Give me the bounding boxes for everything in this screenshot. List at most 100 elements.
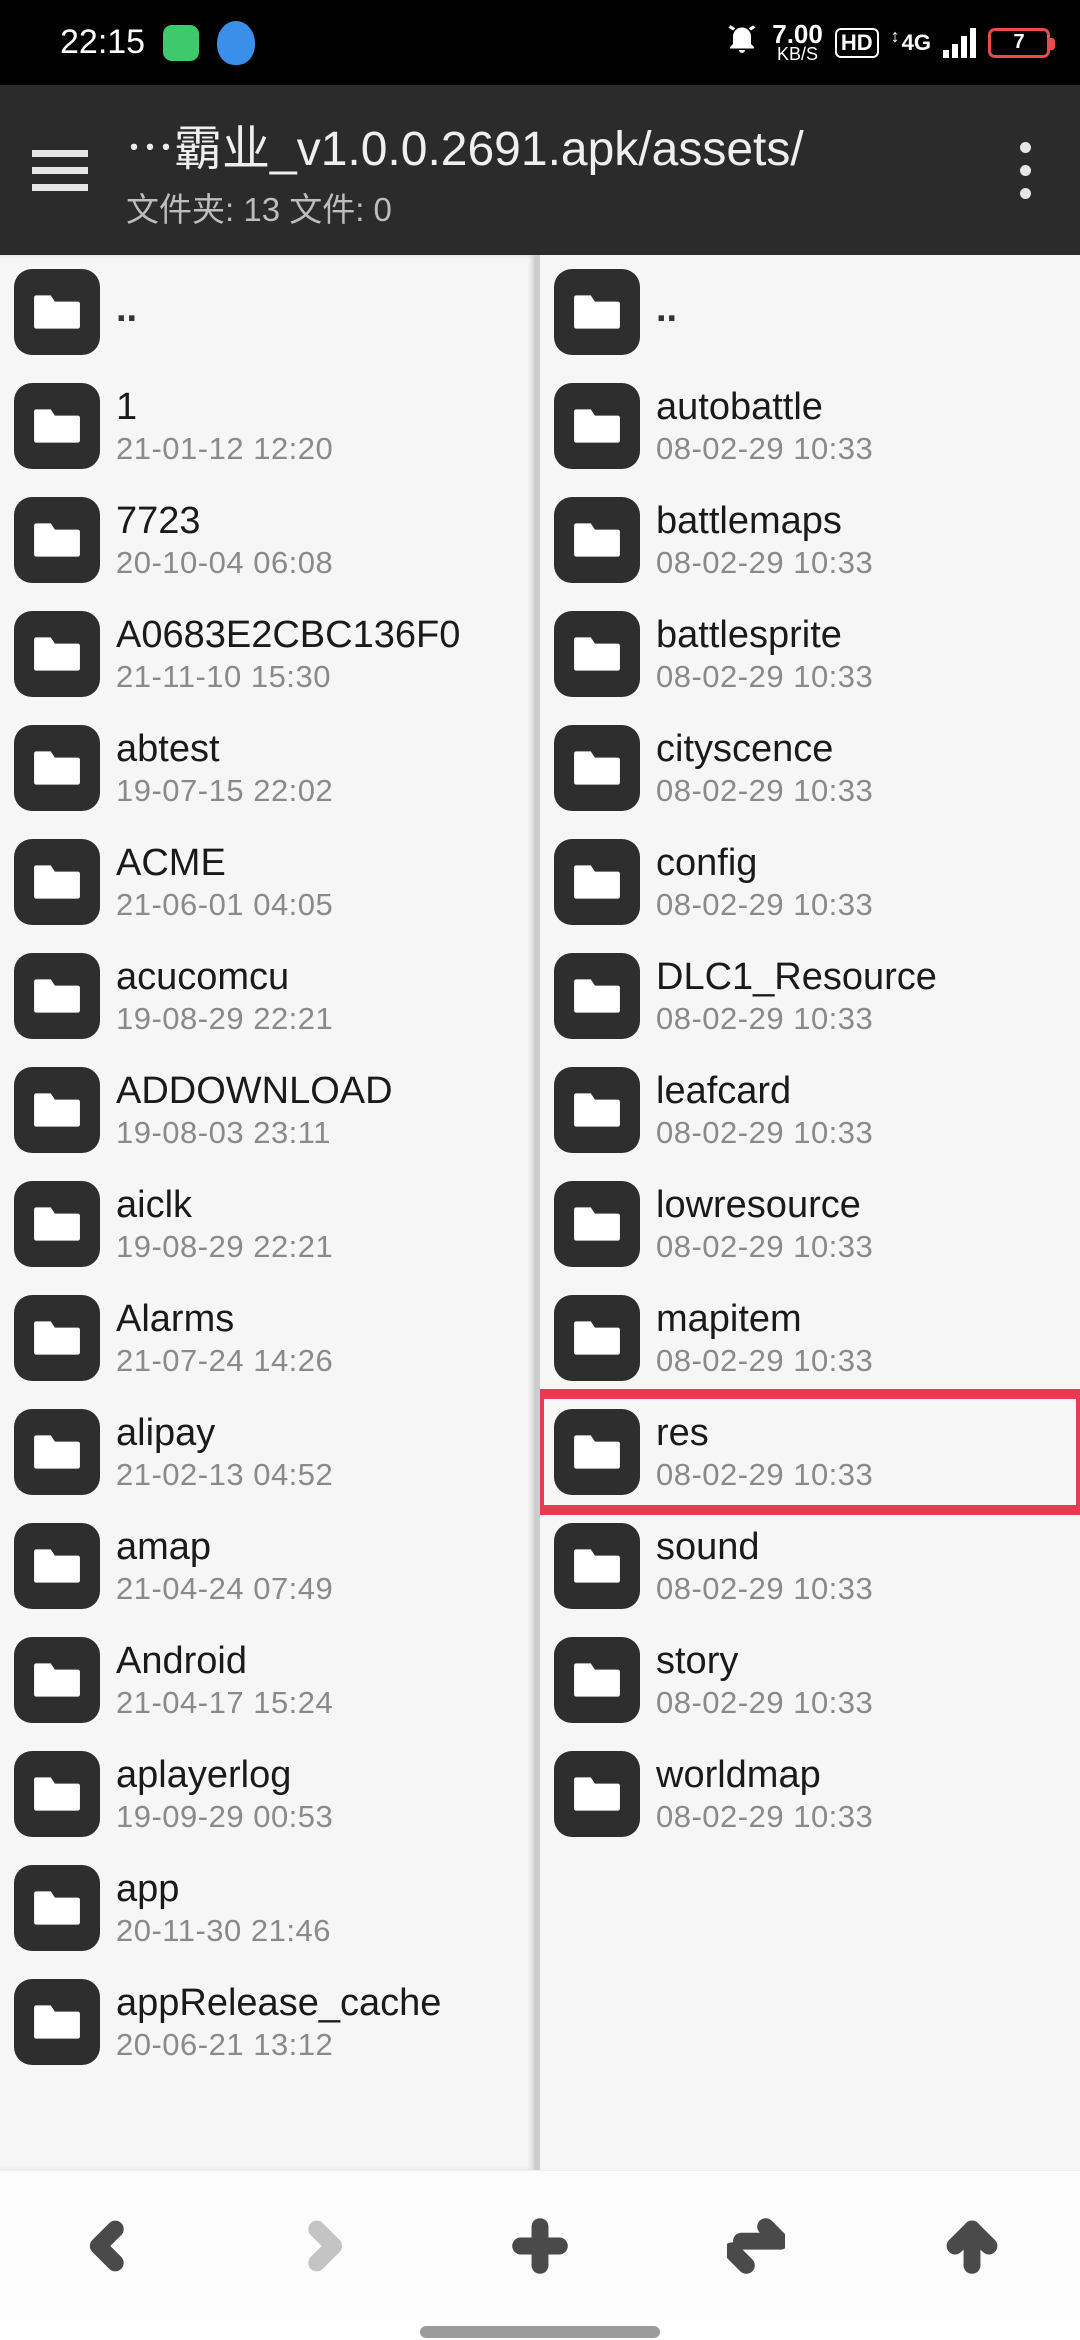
app-icon-1 xyxy=(163,25,199,61)
list-item[interactable]: autobattle 08-02-29 10:33 xyxy=(540,369,1080,483)
item-name: Android xyxy=(116,1640,333,1683)
list-item[interactable]: .. xyxy=(540,255,1080,369)
list-item-texts: app 20-11-30 21:46 xyxy=(116,1868,331,1949)
dual-pane: .. 1 21-01-12 12:20 7723 20-10-04 06:08 … xyxy=(0,255,1080,2170)
left-pane[interactable]: .. 1 21-01-12 12:20 7723 20-10-04 06:08 … xyxy=(0,255,540,2170)
item-name: battlemaps xyxy=(656,500,873,543)
menu-button[interactable] xyxy=(20,130,100,210)
more-button[interactable] xyxy=(990,120,1060,220)
list-item[interactable]: ACME 21-06-01 04:05 xyxy=(0,825,534,939)
nav-handle[interactable] xyxy=(420,2326,660,2338)
folder-icon xyxy=(14,1751,100,1837)
list-item-texts: battlesprite 08-02-29 10:33 xyxy=(656,614,873,695)
list-item[interactable]: appRelease_cache 20-06-21 13:12 xyxy=(0,1965,534,2079)
item-date: 08-02-29 10:33 xyxy=(656,431,873,467)
list-item[interactable]: .. xyxy=(0,255,534,369)
status-left: 22:15 xyxy=(60,21,255,65)
list-item[interactable]: worldmap 08-02-29 10:33 xyxy=(540,1737,1080,1851)
item-name: lowresource xyxy=(656,1184,873,1227)
folder-icon xyxy=(14,1865,100,1951)
list-item-texts: ACME 21-06-01 04:05 xyxy=(116,842,333,923)
list-item[interactable]: DLC1_Resource 08-02-29 10:33 xyxy=(540,939,1080,1053)
list-item-texts: autobattle 08-02-29 10:33 xyxy=(656,386,873,467)
battery-icon: 7 xyxy=(988,28,1050,58)
list-item[interactable]: lowresource 08-02-29 10:33 xyxy=(540,1167,1080,1281)
item-date: 08-02-29 10:33 xyxy=(656,1229,873,1265)
folder-icon xyxy=(554,725,640,811)
list-item[interactable]: sound 08-02-29 10:33 xyxy=(540,1509,1080,1623)
folder-icon xyxy=(14,1067,100,1153)
list-item-texts: lowresource 08-02-29 10:33 xyxy=(656,1184,873,1265)
menu-icon xyxy=(32,150,88,191)
list-item[interactable]: ADDOWNLOAD 19-08-03 23:11 xyxy=(0,1053,534,1167)
folder-icon xyxy=(554,383,640,469)
item-name: sound xyxy=(656,1526,873,1569)
right-pane[interactable]: .. autobattle 08-02-29 10:33 battlemaps … xyxy=(540,255,1080,2170)
item-name: worldmap xyxy=(656,1754,873,1797)
item-name: DLC1_Resource xyxy=(656,956,937,999)
list-item[interactable]: Android 21-04-17 15:24 xyxy=(0,1623,534,1737)
item-date: 08-02-29 10:33 xyxy=(656,1001,937,1037)
list-item-texts: sound 08-02-29 10:33 xyxy=(656,1526,873,1607)
swap-icon xyxy=(727,2217,785,2275)
list-item-texts: 1 21-01-12 12:20 xyxy=(116,386,333,467)
list-item[interactable]: aiclk 19-08-29 22:21 xyxy=(0,1167,534,1281)
list-item-texts: DLC1_Resource 08-02-29 10:33 xyxy=(656,956,937,1037)
list-item[interactable]: cityscence 08-02-29 10:33 xyxy=(540,711,1080,825)
list-item[interactable]: abtest 19-07-15 22:02 xyxy=(0,711,534,825)
list-item[interactable]: story 08-02-29 10:33 xyxy=(540,1623,1080,1737)
list-item[interactable]: amap 21-04-24 07:49 xyxy=(0,1509,534,1623)
item-date: 19-07-15 22:02 xyxy=(116,773,333,809)
item-name: leafcard xyxy=(656,1070,873,1113)
item-date: 08-02-29 10:33 xyxy=(656,1799,873,1835)
folder-icon xyxy=(554,1637,640,1723)
list-item-texts: .. xyxy=(116,294,137,331)
folder-icon xyxy=(554,269,640,355)
item-date: 08-02-29 10:33 xyxy=(656,1115,873,1151)
net-speed: 7.00 KB/S xyxy=(772,23,823,63)
list-item-texts: ADDOWNLOAD 19-08-03 23:11 xyxy=(116,1070,393,1151)
list-item[interactable]: 7723 20-10-04 06:08 xyxy=(0,483,534,597)
folder-icon xyxy=(14,839,100,925)
list-item[interactable]: 1 21-01-12 12:20 xyxy=(0,369,534,483)
item-name: 7723 xyxy=(116,500,333,543)
list-item[interactable]: leafcard 08-02-29 10:33 xyxy=(540,1053,1080,1167)
add-button[interactable] xyxy=(470,2186,610,2306)
list-item[interactable]: acucomcu 19-08-29 22:21 xyxy=(0,939,534,1053)
forward-button[interactable] xyxy=(254,2186,394,2306)
list-item-texts: acucomcu 19-08-29 22:21 xyxy=(116,956,333,1037)
list-item[interactable]: config 08-02-29 10:33 xyxy=(540,825,1080,939)
item-name: amap xyxy=(116,1526,333,1569)
path-subtitle: 文件夹: 13 文件: 0 xyxy=(126,183,990,231)
item-name: .. xyxy=(656,288,677,331)
swap-panes-button[interactable] xyxy=(686,2186,826,2306)
list-item[interactable]: res 08-02-29 10:33 xyxy=(540,1395,1080,1509)
chevron-left-icon xyxy=(79,2217,137,2275)
item-date: 08-02-29 10:33 xyxy=(656,1571,873,1607)
item-name: story xyxy=(656,1640,873,1683)
status-right: 7.00 KB/S HD ↕4G 7 xyxy=(724,20,1050,65)
item-date: 19-08-03 23:11 xyxy=(116,1115,393,1151)
folder-icon xyxy=(554,1181,640,1267)
item-name: ACME xyxy=(116,842,333,885)
status-time: 22:15 xyxy=(60,23,145,62)
list-item[interactable]: battlesprite 08-02-29 10:33 xyxy=(540,597,1080,711)
list-item-texts: res 08-02-29 10:33 xyxy=(656,1412,873,1493)
status-bar: 22:15 7.00 KB/S HD ↕4G 7 xyxy=(0,0,1080,85)
list-item-texts: amap 21-04-24 07:49 xyxy=(116,1526,333,1607)
list-item[interactable]: aplayerlog 19-09-29 00:53 xyxy=(0,1737,534,1851)
folder-icon xyxy=(14,269,100,355)
list-item[interactable]: app 20-11-30 21:46 xyxy=(0,1851,534,1965)
app-bar-titles[interactable]: ⋯霸业_v1.0.0.2691.apk/assets/ 文件夹: 13 文件: … xyxy=(126,109,990,231)
folder-icon xyxy=(14,497,100,583)
list-item[interactable]: battlemaps 08-02-29 10:33 xyxy=(540,483,1080,597)
list-item[interactable]: mapitem 08-02-29 10:33 xyxy=(540,1281,1080,1395)
folder-icon xyxy=(14,1523,100,1609)
plus-icon xyxy=(511,2217,569,2275)
list-item[interactable]: A0683E2CBC136F0 21-11-10 15:30 xyxy=(0,597,534,711)
list-item[interactable]: alipay 21-02-13 04:52 xyxy=(0,1395,534,1509)
up-button[interactable] xyxy=(902,2186,1042,2306)
list-item[interactable]: Alarms 21-07-24 14:26 xyxy=(0,1281,534,1395)
back-button[interactable] xyxy=(38,2186,178,2306)
item-name: aiclk xyxy=(116,1184,333,1227)
